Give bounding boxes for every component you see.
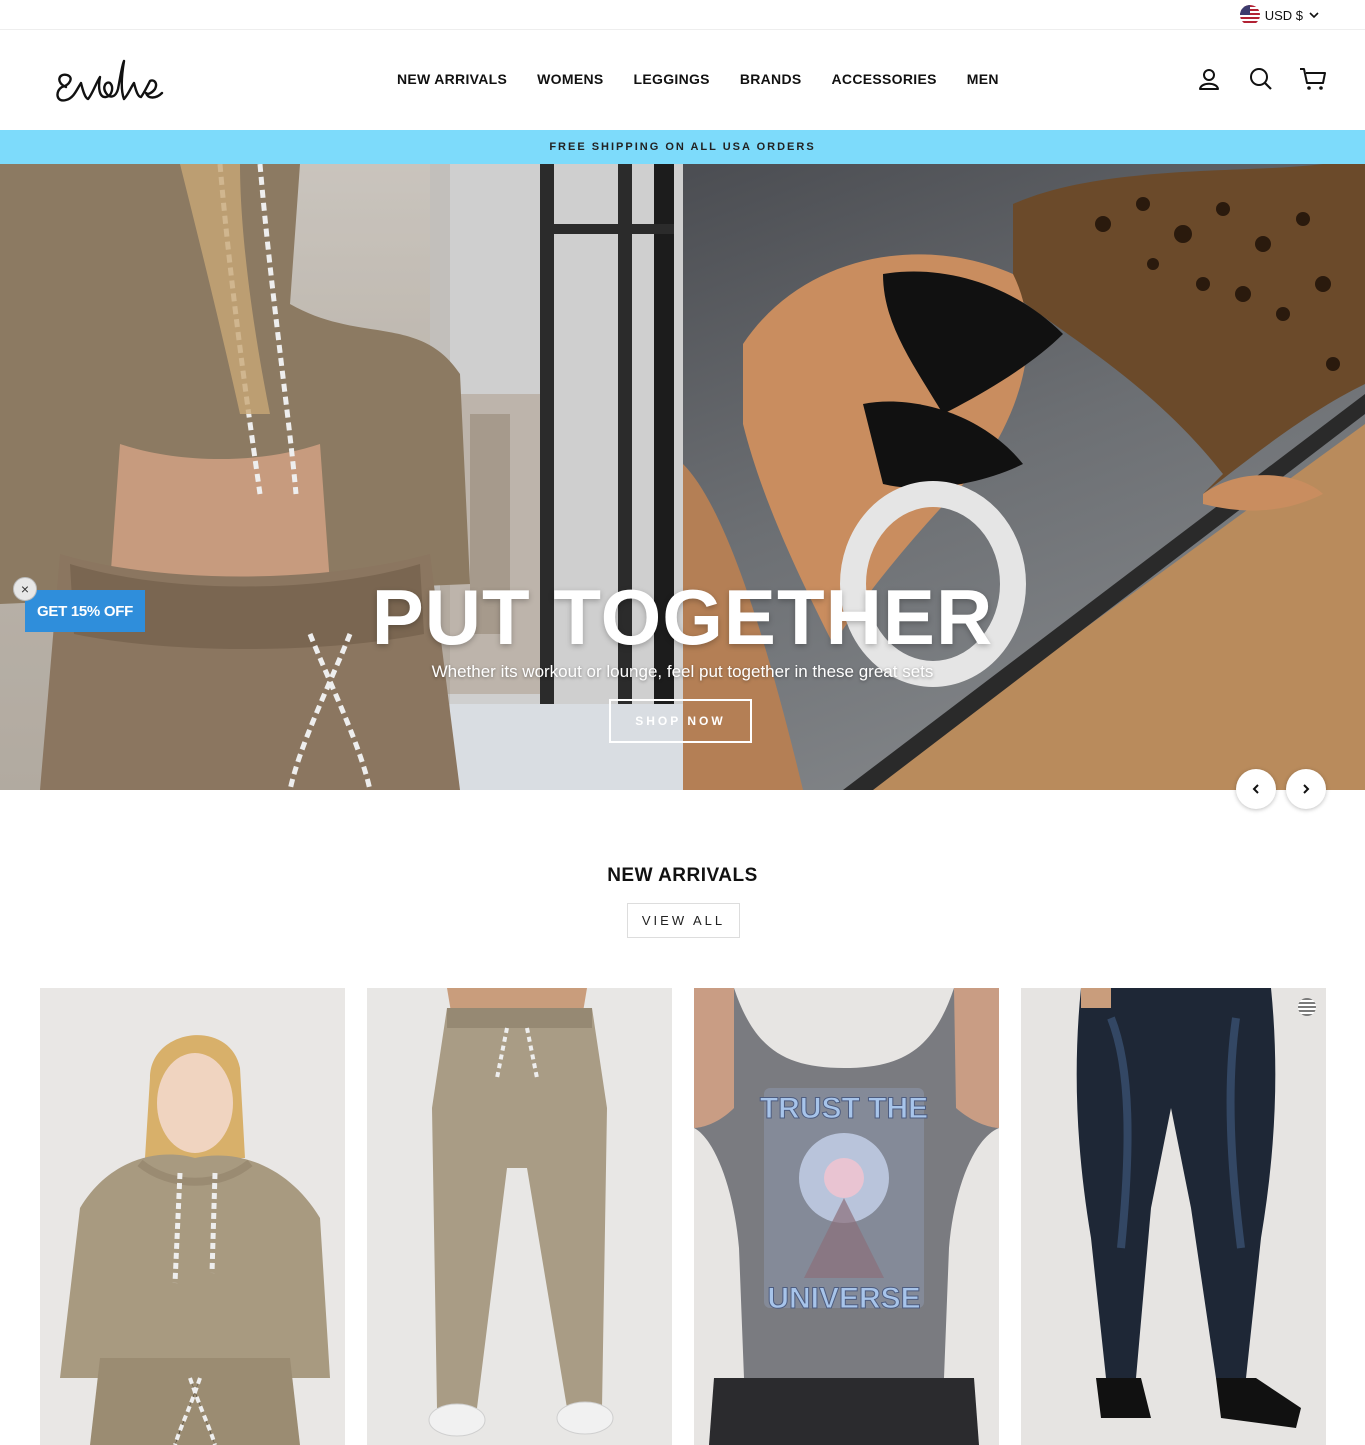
announcement-text: FREE SHIPPING ON ALL USA ORDERS (549, 141, 816, 153)
site-header: NEW ARRIVALS WOMENS LEGGINGS BRANDS ACCE… (0, 31, 1365, 130)
chevron-right-icon (1303, 784, 1310, 794)
currency-label: USD $ (1264, 7, 1303, 23)
tank-print-top: TRUST THE (760, 1092, 928, 1125)
nav-men[interactable]: MEN (952, 67, 1014, 91)
discount-promo-tab[interactable]: GET 15% OFF (25, 590, 145, 632)
slide-prev-button[interactable] (1236, 769, 1276, 809)
search-icon[interactable] (1247, 65, 1275, 93)
chevron-left-icon (1252, 784, 1259, 794)
new-arrivals-heading: NEW ARRIVALS (607, 865, 758, 886)
product-card[interactable] (40, 988, 345, 1445)
close-icon[interactable]: × (13, 577, 37, 601)
us-flag-icon (1239, 5, 1260, 25)
product-card[interactable] (1021, 988, 1326, 1445)
chevron-down-icon (1309, 12, 1319, 19)
cart-icon[interactable] (1299, 65, 1327, 93)
product-image-hoodie (40, 988, 345, 1445)
shop-now-button[interactable]: SHOP NOW (609, 699, 752, 743)
hero-overlay: PUT TOGETHER Whether its workout or loun… (0, 164, 1365, 790)
product-image-legging (1021, 988, 1326, 1445)
product-card[interactable] (367, 988, 672, 1445)
main-nav: NEW ARRIVALS WOMENS LEGGINGS BRANDS ACCE… (382, 67, 1014, 91)
evolve-logo[interactable] (52, 53, 164, 109)
account-icon[interactable] (1195, 65, 1223, 93)
view-all-button[interactable]: VIEW ALL (627, 903, 740, 938)
nav-brands[interactable]: BRANDS (725, 67, 817, 91)
hero-title: PUT TOGETHER (371, 573, 994, 661)
announcement-bar[interactable]: FREE SHIPPING ON ALL USA ORDERS (0, 130, 1365, 164)
nav-accessories[interactable]: ACCESSORIES (817, 67, 952, 91)
nav-womens[interactable]: WOMENS (522, 67, 618, 91)
nav-leggings[interactable]: LEGGINGS (619, 67, 725, 91)
utility-bar: USD $ (0, 0, 1365, 30)
product-card[interactable]: TRUST THE UNIVERSE (694, 988, 999, 1445)
product-image-tank: TRUST THE UNIVERSE (694, 988, 999, 1445)
slide-next-button[interactable] (1286, 769, 1326, 809)
header-icons (1195, 65, 1327, 93)
currency-selector[interactable]: USD $ (1239, 5, 1320, 25)
product-grid: TRUST THE UNIVERSE (40, 988, 1326, 1445)
product-image-jogger (367, 988, 672, 1445)
tank-print-bottom: UNIVERSE (767, 1282, 920, 1315)
hero-slideshow: PUT TOGETHER Whether its workout or loun… (0, 164, 1365, 790)
us-flag-badge-icon (1298, 998, 1316, 1016)
hero-subtitle: Whether its workout or lounge, feel put … (431, 662, 934, 681)
nav-new-arrivals[interactable]: NEW ARRIVALS (382, 67, 522, 91)
